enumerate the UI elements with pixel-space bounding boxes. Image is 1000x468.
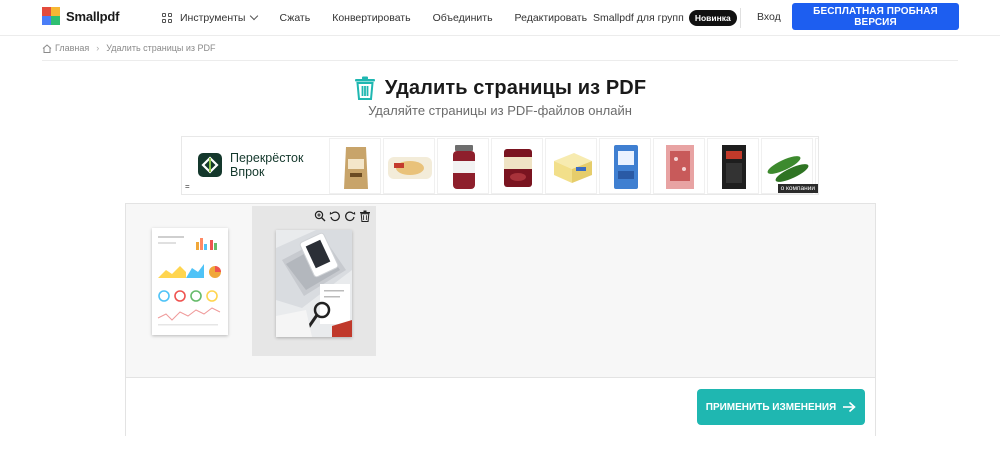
nav-edit[interactable]: Редактировать — [515, 0, 588, 36]
product-milk-carton[interactable] — [599, 138, 651, 194]
action-bar: ПРИМЕНИТЬ ИЗМЕНЕНИЯ — [126, 379, 875, 436]
product-butter-pack[interactable] — [383, 138, 435, 194]
logo-text: Smallpdf — [66, 8, 120, 24]
top-header: Smallpdf Инструменты Сжать Конвертироват… — [0, 0, 1000, 36]
breadcrumb-separator: › — [96, 43, 100, 53]
ad-banner[interactable]: Перекрёсток Впрок = о компании — [181, 136, 819, 195]
nav-convert[interactable]: Конвертировать — [332, 0, 410, 36]
product-coffee-bag[interactable] — [329, 138, 381, 194]
page-thumbnail-1[interactable] — [152, 228, 228, 335]
ad-company-label[interactable]: о компании — [777, 184, 818, 193]
teams-link[interactable]: Smallpdf для групп Новинка — [593, 0, 737, 36]
arrow-right-icon — [843, 401, 856, 413]
product-jam-jar[interactable] — [437, 138, 489, 194]
delete-page-icon[interactable] — [359, 210, 371, 222]
trash-icon — [354, 76, 375, 100]
rotate-left-icon[interactable] — [329, 210, 341, 222]
product-butter-block[interactable] — [545, 138, 597, 194]
ad-brand-line-1: Перекрёсток — [230, 151, 304, 165]
title-row: Удалить страницы из PDF — [0, 76, 1000, 100]
login-link[interactable]: Вход — [757, 11, 781, 23]
free-trial-button[interactable]: БЕСПЛАТНАЯ ПРОБНАЯ ВЕРСИЯ — [792, 3, 959, 30]
apply-changes-label: ПРИМЕНИТЬ ИЗМЕНЕНИЯ — [705, 401, 837, 413]
page-subtitle: Удаляйте страницы из PDF-файлов онлайн — [368, 103, 632, 118]
nav-compress[interactable]: Сжать — [279, 0, 310, 36]
ad-eq-mark: = — [185, 182, 190, 191]
breadcrumb-home[interactable]: Главная — [55, 43, 89, 53]
product-beans-can[interactable] — [491, 138, 543, 194]
desk-photo-preview — [276, 230, 352, 337]
editor-workspace: ПРИМЕНИТЬ ИЗМЕНЕНИЯ — [125, 203, 876, 436]
ad-brand-line-2: Впрок — [230, 165, 265, 179]
product-salami-pack[interactable] — [653, 138, 705, 194]
home-icon — [42, 43, 52, 53]
breadcrumb-current: Удалить страницы из PDF — [106, 43, 216, 53]
perekrestok-logo-icon — [198, 153, 222, 177]
page-wrapper-2-selected[interactable] — [252, 206, 376, 356]
infographic-preview — [157, 236, 221, 326]
product-nori-pack[interactable] — [707, 138, 759, 194]
zoom-in-icon[interactable] — [314, 210, 326, 222]
tools-menu[interactable]: Инструменты — [162, 0, 259, 36]
smallpdf-logo[interactable]: Smallpdf — [42, 7, 119, 25]
chevron-down-icon — [250, 11, 259, 21]
apply-changes-button[interactable]: ПРИМЕНИТЬ ИЗМЕНЕНИЯ — [697, 389, 865, 425]
logo-icon — [42, 7, 60, 25]
header-divider — [740, 8, 741, 28]
nav-merge[interactable]: Объединить — [433, 0, 493, 36]
pages-area — [126, 204, 875, 378]
page-title: Удалить страницы из PDF — [384, 76, 647, 99]
breadcrumb: Главная › Удалить страницы из PDF — [42, 43, 216, 53]
new-badge: Новинка — [688, 10, 737, 26]
page-thumbnail-2[interactable] — [276, 230, 352, 337]
ad-brand: Перекрёсток Впрок — [198, 151, 303, 179]
teams-label: Smallpdf для групп — [593, 12, 684, 24]
page-toolbar — [314, 210, 371, 222]
grid-icon — [162, 12, 173, 24]
tools-label: Инструменты — [180, 12, 246, 24]
ad-products — [329, 138, 818, 194]
rotate-right-icon[interactable] — [344, 210, 356, 222]
main-nav: Инструменты Сжать Конвертировать Объедин… — [162, 0, 609, 36]
breadcrumb-divider — [42, 60, 958, 61]
